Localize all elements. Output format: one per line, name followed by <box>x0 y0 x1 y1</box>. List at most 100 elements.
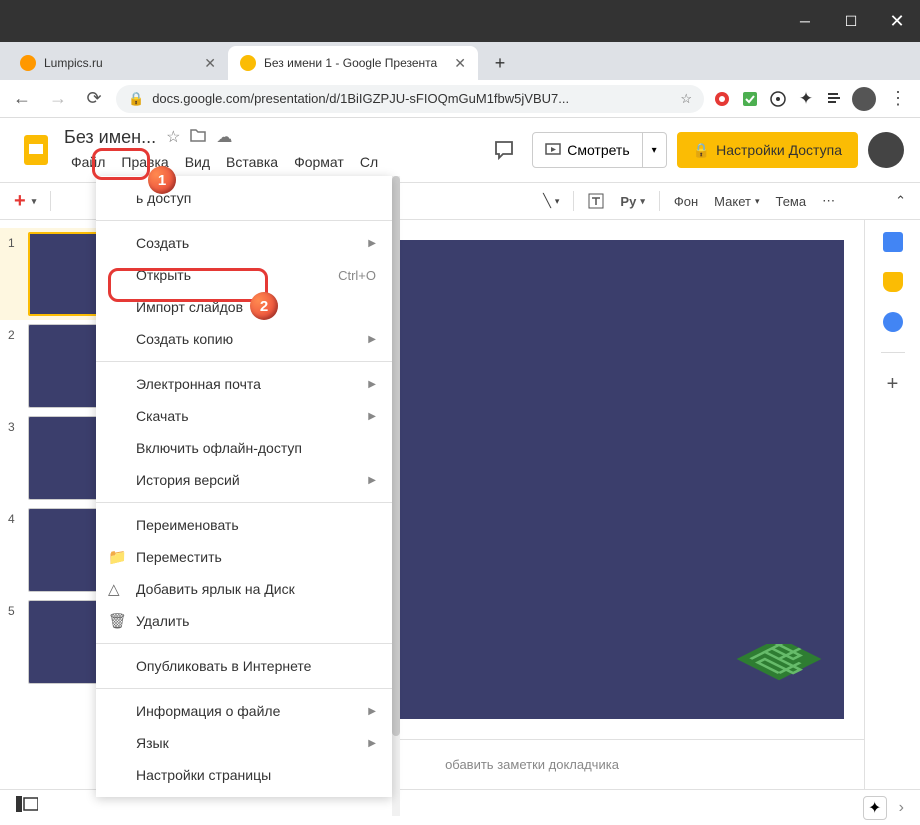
browser-tab[interactable]: Без имени 1 - Google Презента ✕ <box>228 46 478 80</box>
submenu-arrow-icon: ▶ <box>368 738 376 749</box>
text-box-button[interactable] <box>582 189 610 213</box>
reload-button[interactable]: ⟳ <box>80 85 108 113</box>
browser-tab-strip: Lumpics.ru ✕ Без имени 1 - Google Презен… <box>0 42 920 80</box>
window-close-button[interactable]: ✕ <box>874 0 920 42</box>
tab-title: Без имени 1 - Google Презента <box>264 56 446 70</box>
present-icon <box>545 143 561 157</box>
tasks-icon[interactable] <box>883 312 903 332</box>
app-header: Без имен... ☆ ☁ Файл Правка Вид Вставка … <box>0 118 920 182</box>
menu-item[interactable]: ь доступ <box>96 182 392 214</box>
dropdown-scrollbar[interactable] <box>392 176 400 816</box>
extension-icon[interactable] <box>768 89 788 109</box>
cloud-status-icon[interactable]: ☁ <box>216 127 232 147</box>
profile-avatar[interactable] <box>852 87 876 111</box>
menu-item-label: Включить офлайн-доступ <box>136 440 302 456</box>
back-button[interactable]: ← <box>8 85 36 113</box>
menu-item-label: Открыть <box>136 267 191 283</box>
window-minimize-button[interactable]: ─ <box>782 0 828 42</box>
browser-tab[interactable]: Lumpics.ru ✕ <box>8 46 228 80</box>
browser-toolbar: ← → ⟳ 🔒 docs.google.com/presentation/d/1… <box>0 80 920 118</box>
menu-shortcut: Ctrl+O <box>338 268 376 283</box>
folder-icon: 📁 <box>108 548 127 566</box>
star-icon[interactable]: ☆ <box>166 127 180 147</box>
address-bar[interactable]: 🔒 docs.google.com/presentation/d/1BiIGZP… <box>116 85 704 113</box>
tab-favicon-icon <box>20 55 36 71</box>
extension-icon[interactable] <box>740 89 760 109</box>
menu-item-label: Опубликовать в Интернете <box>136 658 311 674</box>
star-icon[interactable]: ☆ <box>680 91 692 107</box>
present-button[interactable]: Смотреть <box>532 132 642 168</box>
new-tab-button[interactable]: + <box>486 49 514 77</box>
background-button[interactable]: Фон <box>668 190 704 213</box>
menu-item[interactable]: Открыть Ctrl+O <box>96 259 392 291</box>
menu-insert[interactable]: Вставка <box>219 150 285 174</box>
tab-close-icon[interactable]: ✕ <box>454 55 466 72</box>
new-slide-button[interactable]: +▾ <box>8 186 42 217</box>
move-icon[interactable] <box>190 128 206 147</box>
menu-item[interactable]: Язык ▶ <box>96 727 392 759</box>
forward-button[interactable]: → <box>44 85 72 113</box>
menu-item-label: Переместить <box>136 549 222 565</box>
more-tools-button[interactable]: ⋯ <box>816 189 841 213</box>
menu-item[interactable]: Электронная почта▶ <box>96 368 392 400</box>
menu-format[interactable]: Формат <box>287 150 351 174</box>
tab-close-icon[interactable]: ✕ <box>204 55 216 72</box>
menu-item[interactable]: Настройки страницы <box>96 759 392 791</box>
add-addon-button[interactable]: + <box>887 373 899 396</box>
browser-menu-button[interactable]: ⋮ <box>884 85 912 113</box>
drive-icon: △ <box>108 580 120 598</box>
menu-item[interactable]: 📁 Переместить <box>96 541 392 573</box>
menu-item-label: Язык <box>136 735 169 751</box>
submenu-arrow-icon: ▶ <box>368 238 376 249</box>
share-label: Настройки Доступа <box>716 142 842 158</box>
reading-list-icon[interactable] <box>824 89 844 109</box>
tab-favicon-icon <box>240 55 256 71</box>
tab-title: Lumpics.ru <box>44 56 196 70</box>
menu-item-label: Добавить ярлык на Диск <box>136 581 295 597</box>
lock-icon: 🔒 <box>128 91 144 107</box>
document-title[interactable]: Без имен... <box>64 127 156 148</box>
annotation-badge: 1 <box>148 166 176 194</box>
filmstrip-view-button[interactable] <box>16 796 40 820</box>
menu-more[interactable]: Сл <box>353 150 385 174</box>
side-panel: + <box>864 220 920 789</box>
extensions-button[interactable]: ✦ <box>796 89 816 109</box>
collapse-toolbar-button[interactable]: ⌃ <box>889 189 912 213</box>
annotation-badge: 2 <box>250 292 278 320</box>
maze-graphic-icon <box>734 644 824 699</box>
menubar: Файл Правка Вид Вставка Формат Сл <box>64 150 478 174</box>
layout-button[interactable]: Макет ▾ <box>708 190 765 213</box>
menu-item[interactable]: История версий▶ <box>96 464 392 496</box>
menu-item[interactable]: 🗑Удалить <box>96 605 392 637</box>
theme-button[interactable]: Тема <box>769 190 812 213</box>
menu-file[interactable]: Файл <box>64 150 112 174</box>
menu-item[interactable]: △ Добавить ярлык на Диск <box>96 573 392 605</box>
menu-item-label: Импорт слайдов <box>136 299 243 315</box>
menu-item-label: История версий <box>136 472 240 488</box>
menu-item[interactable]: Создать копию▶ <box>96 323 392 355</box>
menu-item[interactable]: Информация о файле▶ <box>96 695 392 727</box>
file-menu-dropdown: ь доступ Создать▶ Открыть Ctrl+O Импорт слай… <box>96 176 392 797</box>
menu-item[interactable]: Скачать▶ <box>96 400 392 432</box>
submenu-arrow-icon: ▶ <box>368 411 376 422</box>
explore-button[interactable]: ✦ <box>863 796 887 820</box>
menu-item[interactable]: Опубликовать в Интернете <box>96 650 392 682</box>
menu-item[interactable]: Включить офлайн-доступ <box>96 432 392 464</box>
share-button[interactable]: 🔒 Настройки Доступа <box>677 132 858 168</box>
calendar-icon[interactable] <box>883 232 903 252</box>
menu-item[interactable]: Импорт слайдов <box>96 291 392 323</box>
present-dropdown-button[interactable]: ▾ <box>643 132 667 168</box>
extension-icon[interactable] <box>712 89 732 109</box>
menu-item[interactable]: Создать▶ <box>96 227 392 259</box>
submenu-arrow-icon: ▶ <box>368 334 376 345</box>
window-maximize-button[interactable]: ☐ <box>828 0 874 42</box>
addon-button[interactable]: Рy ▾ <box>614 190 650 213</box>
account-avatar[interactable] <box>868 132 904 168</box>
comment-history-button[interactable] <box>486 132 522 168</box>
menu-view[interactable]: Вид <box>178 150 217 174</box>
slides-logo-icon[interactable] <box>16 130 56 170</box>
keep-icon[interactable] <box>883 272 903 292</box>
chevron-right-icon[interactable]: › <box>899 799 904 817</box>
line-tool-button[interactable]: ╲ ▾ <box>537 189 565 213</box>
menu-item[interactable]: Переименовать <box>96 509 392 541</box>
